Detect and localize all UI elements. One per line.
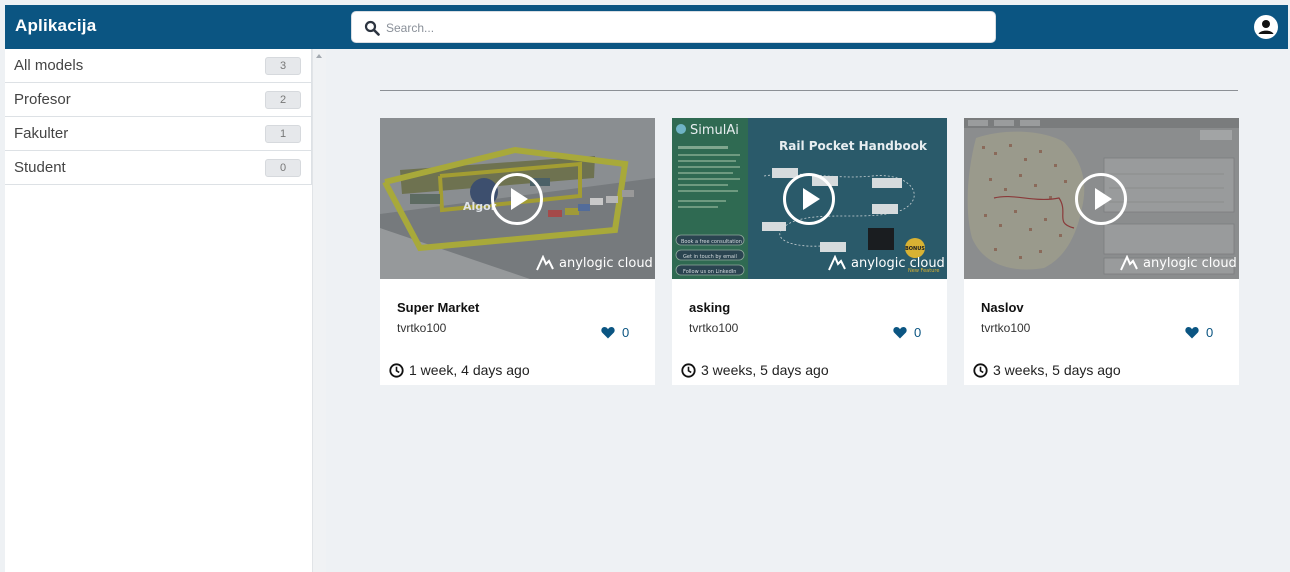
sidebar-item-label: Student (14, 159, 66, 176)
count-badge: 0 (265, 158, 301, 177)
heart-icon (1185, 327, 1199, 339)
top-bar: Aplikacija (5, 5, 1288, 49)
play-button[interactable] (1075, 173, 1127, 225)
like-count: 0 (914, 325, 922, 340)
like-count: 0 (1206, 325, 1214, 340)
model-card[interactable]: SimulAi Book a free consultation Get in … (672, 118, 947, 385)
model-timestamp: 3 weeks, 5 days ago (973, 362, 1121, 378)
sidebar-item-fakulter[interactable]: Fakulter 1 (5, 117, 311, 151)
sidebar: All models 3 Profesor 2 Fakulter 1 Stude… (5, 49, 312, 572)
thumb-text: SimulAi (690, 123, 739, 138)
sidebar-item-label: Fakulter (14, 125, 69, 142)
model-title[interactable]: asking (689, 300, 730, 315)
thumb-text: Follow us on LinkedIn (683, 269, 736, 275)
anylogic-cloud-brand: anylogic cloud (828, 255, 945, 271)
search-icon (364, 20, 380, 36)
sidebar-item-all-models[interactable]: All models 3 (5, 49, 311, 83)
model-author[interactable]: tvrtko100 (981, 321, 1030, 335)
brand-text: anylogic cloud (559, 255, 653, 271)
clock-icon (681, 362, 696, 378)
model-card[interactable]: Algor anylogic cloud Super Market tvrtko… (380, 118, 655, 385)
clock-icon (973, 362, 988, 378)
user-avatar-button[interactable] (1254, 15, 1278, 39)
like-button[interactable]: 0 (601, 325, 629, 340)
brand-text: anylogic cloud (1143, 255, 1237, 271)
time-text: 1 week, 4 days ago (409, 362, 530, 378)
thumb-text: Book a free consultation (681, 239, 742, 245)
search-input[interactable] (386, 18, 976, 38)
anylogic-logo-icon (1120, 255, 1138, 271)
anylogic-logo-icon (536, 255, 554, 271)
content-divider (380, 90, 1238, 91)
anylogic-cloud-brand: anylogic cloud (536, 255, 653, 271)
play-icon (1095, 188, 1112, 210)
time-text: 3 weeks, 5 days ago (701, 362, 829, 378)
model-author[interactable]: tvrtko100 (689, 321, 738, 335)
model-title[interactable]: Naslov (981, 300, 1024, 315)
thumb-text: Get in touch by email (683, 254, 737, 260)
time-text: 3 weeks, 5 days ago (993, 362, 1121, 378)
model-title[interactable]: Super Market (397, 300, 479, 315)
model-author[interactable]: tvrtko100 (397, 321, 446, 335)
sidebar-item-label: Profesor (14, 91, 71, 108)
sidebar-item-profesor[interactable]: Profesor 2 (5, 83, 311, 117)
clock-icon (389, 362, 404, 378)
like-count: 0 (622, 325, 630, 340)
model-timestamp: 1 week, 4 days ago (389, 362, 530, 378)
model-thumbnail[interactable]: Algor anylogic cloud (380, 118, 655, 279)
model-thumbnail[interactable]: SimulAi Book a free consultation Get in … (672, 118, 947, 279)
sidebar-item-student[interactable]: Student 0 (5, 151, 311, 185)
count-badge: 2 (265, 90, 301, 109)
model-timestamp: 3 weeks, 5 days ago (681, 362, 829, 378)
heart-icon (601, 327, 615, 339)
user-circle-icon (1258, 20, 1274, 34)
play-button[interactable] (783, 173, 835, 225)
count-badge: 3 (265, 56, 301, 75)
play-icon (803, 188, 820, 210)
sidebar-list: All models 3 Profesor 2 Fakulter 1 Stude… (5, 49, 312, 185)
anylogic-logo-icon (828, 255, 846, 271)
thumb-text: BONUS (905, 246, 925, 252)
like-button[interactable]: 0 (893, 325, 921, 340)
scroll-up-arrow-icon[interactable] (316, 54, 322, 58)
search-box[interactable] (351, 11, 996, 43)
sidebar-scrollbar[interactable] (312, 49, 326, 572)
play-icon (511, 188, 528, 210)
model-card[interactable]: anylogic cloud Naslov tvrtko100 0 3 week… (964, 118, 1239, 385)
thumb-text: Rail Pocket Handbook (779, 139, 928, 153)
heart-icon (893, 327, 907, 339)
model-thumbnail[interactable]: anylogic cloud (964, 118, 1239, 279)
play-button[interactable] (491, 173, 543, 225)
sidebar-item-label: All models (14, 57, 84, 74)
app-title[interactable]: Aplikacija (15, 16, 96, 36)
like-button[interactable]: 0 (1185, 325, 1213, 340)
count-badge: 1 (265, 124, 301, 143)
brand-text: anylogic cloud (851, 255, 945, 271)
anylogic-cloud-brand: anylogic cloud (1120, 255, 1237, 271)
